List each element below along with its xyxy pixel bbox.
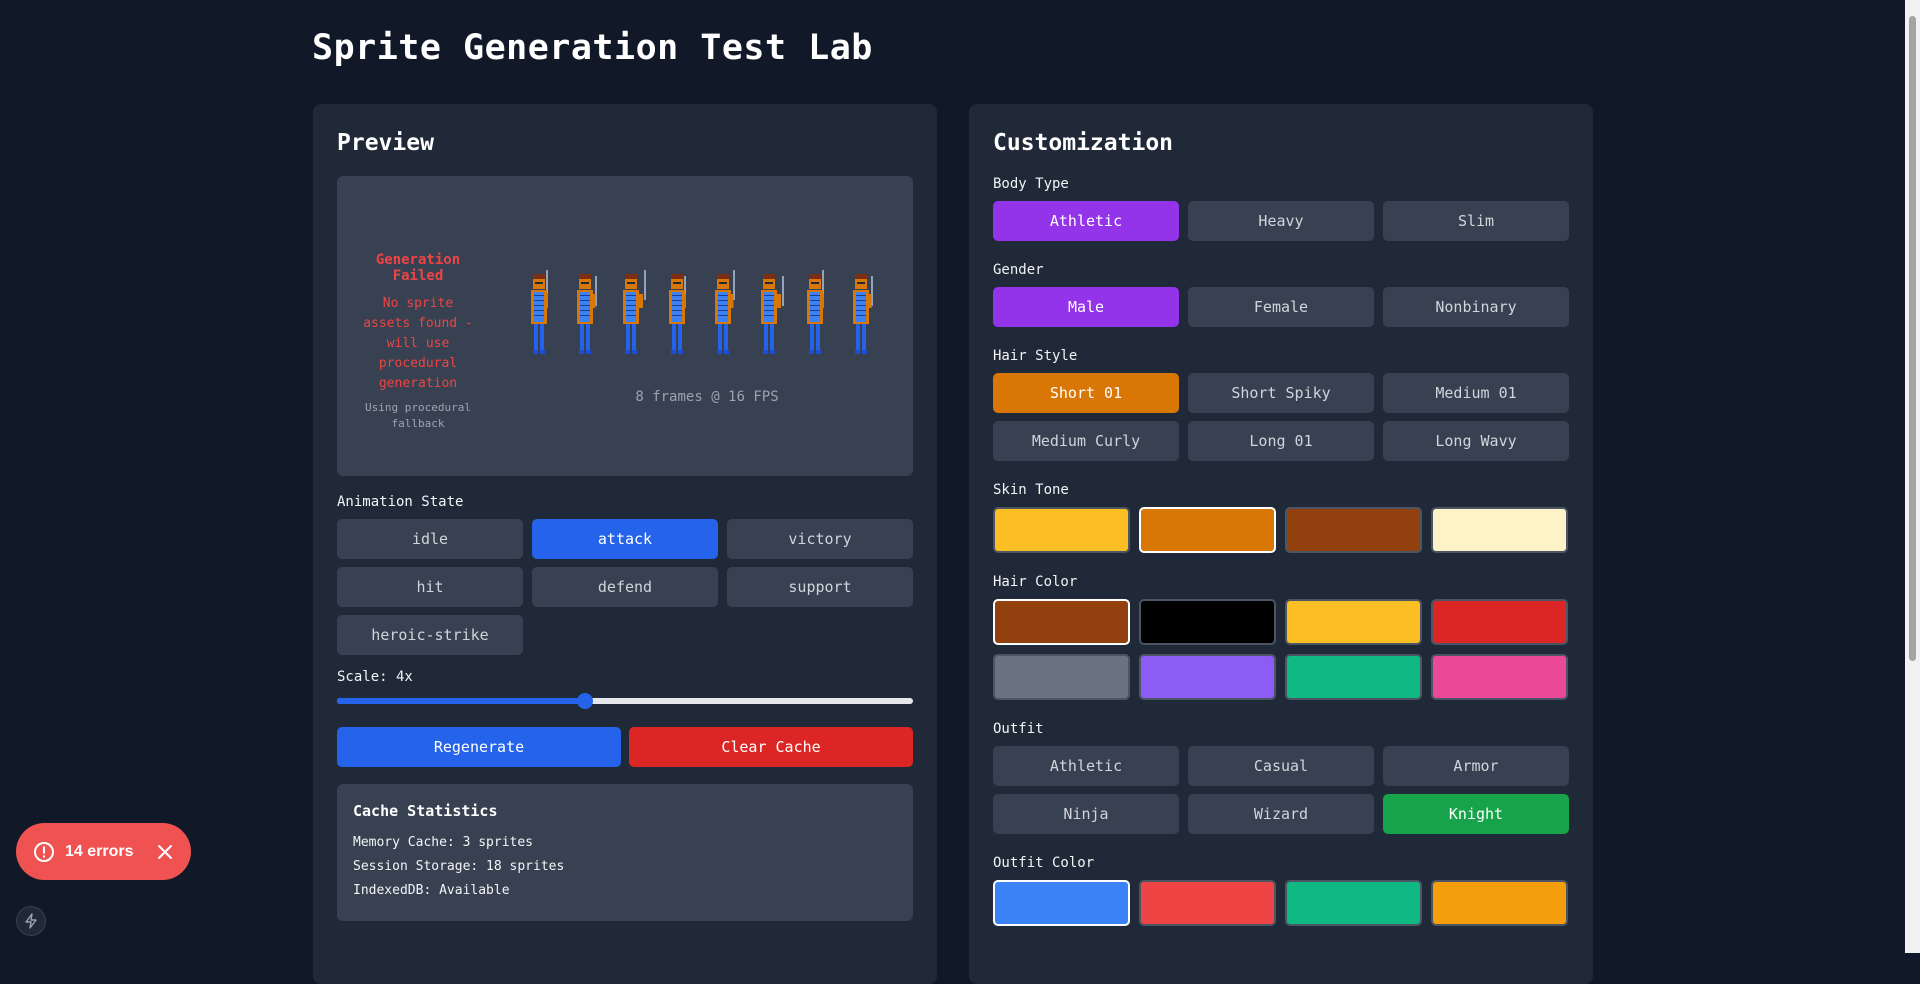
- customization-heading: Customization: [993, 130, 1174, 156]
- skin-tone-label: Skin Tone: [993, 482, 1069, 498]
- cache-statistics-title: Cache Statistics: [353, 802, 498, 820]
- outfit-color-swatches: [993, 880, 1569, 926]
- animation-state-label: Animation State: [337, 494, 464, 510]
- animation-state-options: idle attack victory hit defend support heroic-…: [337, 519, 913, 655]
- skin-tone-swatch-4[interactable]: [1431, 507, 1568, 553]
- preview-heading: Preview: [337, 130, 434, 156]
- sprite-frame: [849, 268, 879, 368]
- gender-female[interactable]: Female: [1188, 287, 1374, 327]
- regenerate-button[interactable]: Regenerate: [337, 727, 621, 767]
- sprite-frame: [619, 268, 649, 368]
- gender-label: Gender: [993, 262, 1044, 278]
- outfit-ninja[interactable]: Ninja: [993, 794, 1179, 834]
- body-type-heavy[interactable]: Heavy: [1188, 201, 1374, 241]
- animation-state-defend[interactable]: defend: [532, 567, 718, 607]
- outfit-options: Athletic Casual Armor Ninja Wizard Knight: [993, 746, 1569, 834]
- hair-color-label: Hair Color: [993, 574, 1078, 590]
- outfit-casual[interactable]: Casual: [1188, 746, 1374, 786]
- animation-state-heroic-strike[interactable]: heroic-strike: [337, 615, 523, 655]
- skin-tone-swatch-1[interactable]: [993, 507, 1130, 553]
- lightning-bolt-icon[interactable]: [16, 906, 46, 936]
- hair-color-swatches: [993, 599, 1569, 700]
- body-type-slim[interactable]: Slim: [1383, 201, 1569, 241]
- close-icon[interactable]: [157, 844, 173, 860]
- body-type-athletic[interactable]: Athletic: [993, 201, 1179, 241]
- scale-label: Scale: 4x: [337, 669, 413, 685]
- hair-color-swatch-1[interactable]: [993, 599, 1130, 645]
- page-scrollbar[interactable]: [1905, 0, 1920, 953]
- fallback-note: Using procedural fallback: [365, 401, 471, 430]
- scale-slider[interactable]: [337, 689, 913, 713]
- sprite-frames-strip: [527, 268, 887, 368]
- error-toast[interactable]: 14 errors: [16, 823, 191, 880]
- error-message: No sprite assets found - will use proced…: [363, 296, 473, 391]
- outfit-color-swatch-1[interactable]: [993, 880, 1130, 926]
- outfit-armor[interactable]: Armor: [1383, 746, 1569, 786]
- indexeddb-stat: IndexedDB: Available: [353, 883, 510, 898]
- animation-state-victory[interactable]: victory: [727, 519, 913, 559]
- hair-style-short-01[interactable]: Short 01: [993, 373, 1179, 413]
- hair-style-medium-01[interactable]: Medium 01: [1383, 373, 1569, 413]
- hair-color-swatch-3[interactable]: [1285, 599, 1422, 645]
- animation-state-support[interactable]: support: [727, 567, 913, 607]
- gender-options: Male Female Nonbinary: [993, 287, 1569, 327]
- skin-tone-swatches: [993, 507, 1569, 553]
- hair-color-swatch-5[interactable]: [993, 654, 1130, 700]
- page-title: Sprite Generation Test Lab: [312, 28, 873, 68]
- cache-statistics: Cache Statistics Memory Cache: 3 sprites…: [337, 784, 913, 921]
- sprite-frame: [527, 268, 557, 368]
- body-type-label: Body Type: [993, 176, 1069, 192]
- frames-label: 8 frames @ 16 FPS: [635, 389, 779, 405]
- sprite-frame: [665, 268, 695, 368]
- hair-color-swatch-7[interactable]: [1285, 654, 1422, 700]
- hair-style-long-wavy[interactable]: Long Wavy: [1383, 421, 1569, 461]
- outfit-label: Outfit: [993, 721, 1044, 737]
- hair-color-swatch-4[interactable]: [1431, 599, 1568, 645]
- sprite-preview-box: Generation Failed No sprite assets found…: [337, 176, 913, 476]
- scale-slider-fill: [337, 698, 585, 704]
- hair-style-label: Hair Style: [993, 348, 1078, 364]
- animation-state-attack[interactable]: attack: [532, 519, 718, 559]
- gender-nonbinary[interactable]: Nonbinary: [1383, 287, 1569, 327]
- hair-style-long-01[interactable]: Long 01: [1188, 421, 1374, 461]
- outfit-color-swatch-4[interactable]: [1431, 880, 1568, 926]
- hair-style-short-spiky[interactable]: Short Spiky: [1188, 373, 1374, 413]
- scale-slider-thumb[interactable]: [576, 693, 593, 709]
- error-block: Generation Failed No sprite assets found…: [359, 252, 477, 432]
- alert-circle-icon: [33, 841, 55, 863]
- hair-color-swatch-6[interactable]: [1139, 654, 1276, 700]
- gender-male[interactable]: Male: [993, 287, 1179, 327]
- session-storage-stat: Session Storage: 18 sprites: [353, 859, 565, 874]
- skin-tone-swatch-2[interactable]: [1139, 507, 1276, 553]
- customization-panel: Customization Body Type Athletic Heavy Sli…: [969, 104, 1593, 984]
- outfit-knight[interactable]: Knight: [1383, 794, 1569, 834]
- skin-tone-swatch-3[interactable]: [1285, 507, 1422, 553]
- memory-cache-stat: Memory Cache: 3 sprites: [353, 835, 534, 850]
- hair-style-options: Short 01 Short Spiky Medium 01 Medium Curly…: [993, 373, 1569, 461]
- hair-color-swatch-8[interactable]: [1431, 654, 1568, 700]
- sprite-frame: [573, 268, 603, 368]
- animation-state-hit[interactable]: hit: [337, 567, 523, 607]
- error-count: 14 errors: [65, 842, 134, 860]
- body-type-options: Athletic Heavy Slim: [993, 201, 1569, 241]
- outfit-color-label: Outfit Color: [993, 855, 1095, 871]
- outfit-color-swatch-3[interactable]: [1285, 880, 1422, 926]
- clear-cache-button[interactable]: Clear Cache: [629, 727, 913, 767]
- sprite-frame: [711, 268, 741, 368]
- sprite-frame: [803, 268, 833, 368]
- scrollbar-thumb[interactable]: [1909, 16, 1916, 661]
- outfit-athletic[interactable]: Athletic: [993, 746, 1179, 786]
- sprite-frame: [757, 268, 787, 368]
- animation-state-idle[interactable]: idle: [337, 519, 523, 559]
- hair-color-swatch-2[interactable]: [1139, 599, 1276, 645]
- preview-panel: Preview Generation Failed No sprite asse…: [313, 104, 937, 984]
- hair-style-medium-curly[interactable]: Medium Curly: [993, 421, 1179, 461]
- error-title: Generation Failed: [375, 252, 461, 284]
- outfit-color-swatch-2[interactable]: [1139, 880, 1276, 926]
- outfit-wizard[interactable]: Wizard: [1188, 794, 1374, 834]
